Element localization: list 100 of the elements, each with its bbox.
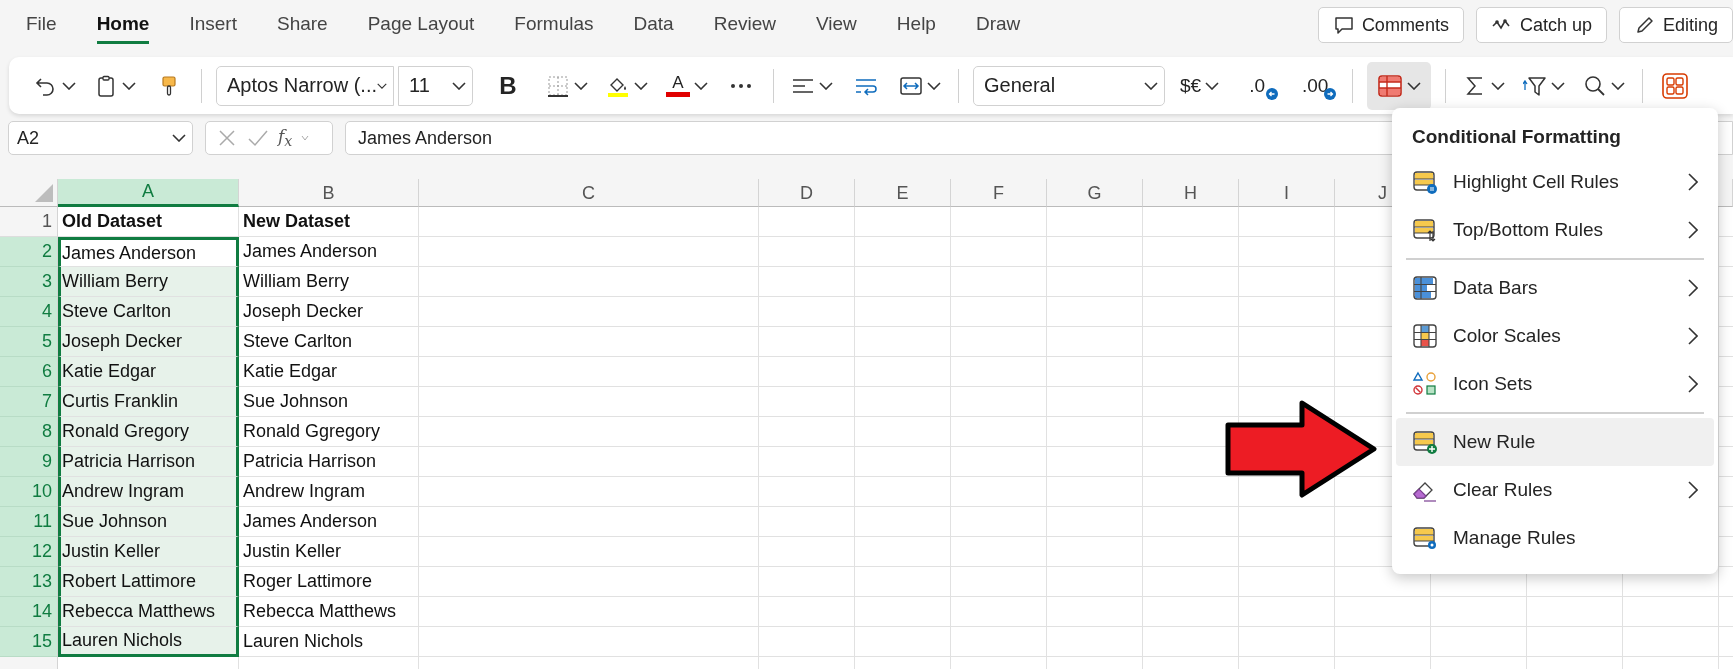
row-header[interactable]: 8 <box>0 417 58 447</box>
row-header[interactable]: 9 <box>0 447 58 477</box>
insert-function-button[interactable]: f$_{x}$ <box>278 126 293 150</box>
table-sort-icon <box>1412 217 1438 243</box>
currency-button[interactable]: $€ <box>1177 65 1223 106</box>
conditional-formatting-button[interactable] <box>1367 61 1432 110</box>
name-box[interactable]: A2 <box>8 121 193 155</box>
row-header[interactable]: 3 <box>0 267 58 297</box>
ribbon-tab[interactable]: Insert <box>189 6 237 44</box>
table-cell: James Anderson <box>239 507 419 537</box>
table-cell: Joseph Decker <box>58 327 239 357</box>
number-format-dropdown[interactable]: General <box>973 65 1165 106</box>
font-size-dropdown[interactable]: 11 <box>398 65 473 106</box>
table-cell: Sue Johnson <box>239 387 419 417</box>
table-cell: Katie Edgar <box>239 357 419 387</box>
table-cell: William Berry <box>239 267 419 297</box>
ribbon-tab[interactable]: View <box>816 6 857 44</box>
table-cell: Roger Lattimore <box>239 567 419 597</box>
table-cell: Lauren Nichols <box>239 627 419 657</box>
caret-icon <box>172 134 186 142</box>
shapes-icon <box>1412 371 1438 397</box>
conditional-format-icon <box>1377 72 1404 99</box>
borders-icon <box>546 73 570 98</box>
decrease-decimal-button[interactable]: .0 <box>1234 65 1281 106</box>
font-color-button[interactable]: A <box>663 65 711 106</box>
column-header[interactable]: A <box>58 179 239 207</box>
table-cell: Steve Carlton <box>58 297 239 327</box>
table-cell: Rebecca Matthews <box>239 597 419 627</box>
font-name-dropdown[interactable]: Aptos Narrow (... <box>216 65 394 106</box>
column-header[interactable]: B <box>239 179 419 207</box>
table-cell: Justin Keller <box>58 537 239 567</box>
row-header[interactable]: 15 <box>0 627 58 657</box>
menu-item[interactable]: Color Scales <box>1396 312 1714 360</box>
menu-item[interactable]: Data Bars <box>1396 264 1714 312</box>
row-header[interactable]: 7 <box>0 387 58 417</box>
editing-button[interactable]: Editing <box>1618 7 1733 43</box>
menu-item[interactable]: Top/Bottom Rules <box>1396 206 1714 254</box>
table-cell: Robert Lattimore <box>58 567 239 597</box>
row-header[interactable]: 5 <box>0 327 58 357</box>
table-cell: Ronald Ggregory <box>239 417 419 447</box>
table-cell: Rebecca Matthews <box>58 597 239 627</box>
more-icon <box>731 83 751 88</box>
menu-item[interactable]: New Rule <box>1396 418 1714 466</box>
column-header[interactable]: E <box>855 179 951 207</box>
menu-item[interactable]: Clear Rules <box>1396 466 1714 514</box>
table-cell: Old Dataset <box>58 207 239 237</box>
menu-item[interactable]: Manage Rules <box>1396 514 1714 562</box>
row-header[interactable]: 10 <box>0 477 58 507</box>
column-header[interactable]: I <box>1239 179 1335 207</box>
table-cell: Steve Carlton <box>239 327 419 357</box>
table-cell: New Dataset <box>239 207 419 237</box>
ribbon-tab[interactable]: Help <box>896 6 936 44</box>
catchup-button[interactable]: Catch up <box>1475 7 1607 43</box>
ribbon-tab[interactable]: Share <box>276 6 328 44</box>
table-cell: Andrew Ingram <box>58 477 239 507</box>
table-cell: William Berry <box>58 267 239 297</box>
table-cell: James Anderson <box>239 237 419 267</box>
ribbon-tab[interactable]: File <box>26 6 57 44</box>
table-cell: Lauren Nichols <box>58 627 239 657</box>
row-header[interactable]: 11 <box>0 507 58 537</box>
column-header[interactable]: C <box>419 179 759 207</box>
column-header[interactable]: G <box>1047 179 1143 207</box>
column-header[interactable]: D <box>759 179 855 207</box>
table-cell: Patricia Harrison <box>239 447 419 477</box>
table-rule-icon <box>1412 169 1438 195</box>
color-scale-icon <box>1412 323 1438 349</box>
ribbon-tab[interactable]: Home <box>96 6 150 44</box>
table-cell: Curtis Franklin <box>58 387 239 417</box>
row-header[interactable]: 6 <box>0 357 58 387</box>
row-header[interactable]: 12 <box>0 537 58 567</box>
ribbon-tab[interactable]: Draw <box>975 6 1021 44</box>
table-add-icon <box>1412 429 1438 455</box>
table-cell: Katie Edgar <box>58 357 239 387</box>
menu-item[interactable]: Icon Sets <box>1396 360 1714 408</box>
table-cell: Joseph Decker <box>239 297 419 327</box>
table-cell: James Anderson <box>58 237 239 267</box>
row-header[interactable]: 13 <box>0 567 58 597</box>
comments-button[interactable]: Comments <box>1317 7 1464 43</box>
row-header[interactable]: 2 <box>0 237 58 267</box>
ribbon-tab[interactable]: Page Layout <box>367 6 475 44</box>
menu-title: Conditional Formatting <box>1411 125 1622 149</box>
bold-button[interactable]: B <box>485 65 531 106</box>
ribbon-tab[interactable]: Formulas <box>514 6 594 44</box>
column-header[interactable]: F <box>951 179 1047 207</box>
data-bars-icon <box>1412 275 1438 301</box>
comment-icon <box>1332 14 1355 36</box>
ribbon-tab[interactable]: Data <box>633 6 674 44</box>
table-cell: Patricia Harrison <box>58 447 239 477</box>
ribbon-tab[interactable]: Review <box>713 6 776 44</box>
increase-decimal-button[interactable]: .00 <box>1292 65 1339 106</box>
column-header[interactable]: H <box>1143 179 1239 207</box>
caret-icon <box>300 133 311 143</box>
table-cell: Sue Johnson <box>58 507 239 537</box>
grid-icon <box>1662 72 1689 99</box>
left-arrow-icon <box>1266 87 1279 100</box>
table-cell: Andrew Ingram <box>239 477 419 507</box>
table-settings-icon <box>1412 525 1438 551</box>
row-header[interactable]: 14 <box>0 597 58 627</box>
row-header[interactable]: 1 <box>0 207 58 237</box>
row-header[interactable]: 4 <box>0 297 58 327</box>
